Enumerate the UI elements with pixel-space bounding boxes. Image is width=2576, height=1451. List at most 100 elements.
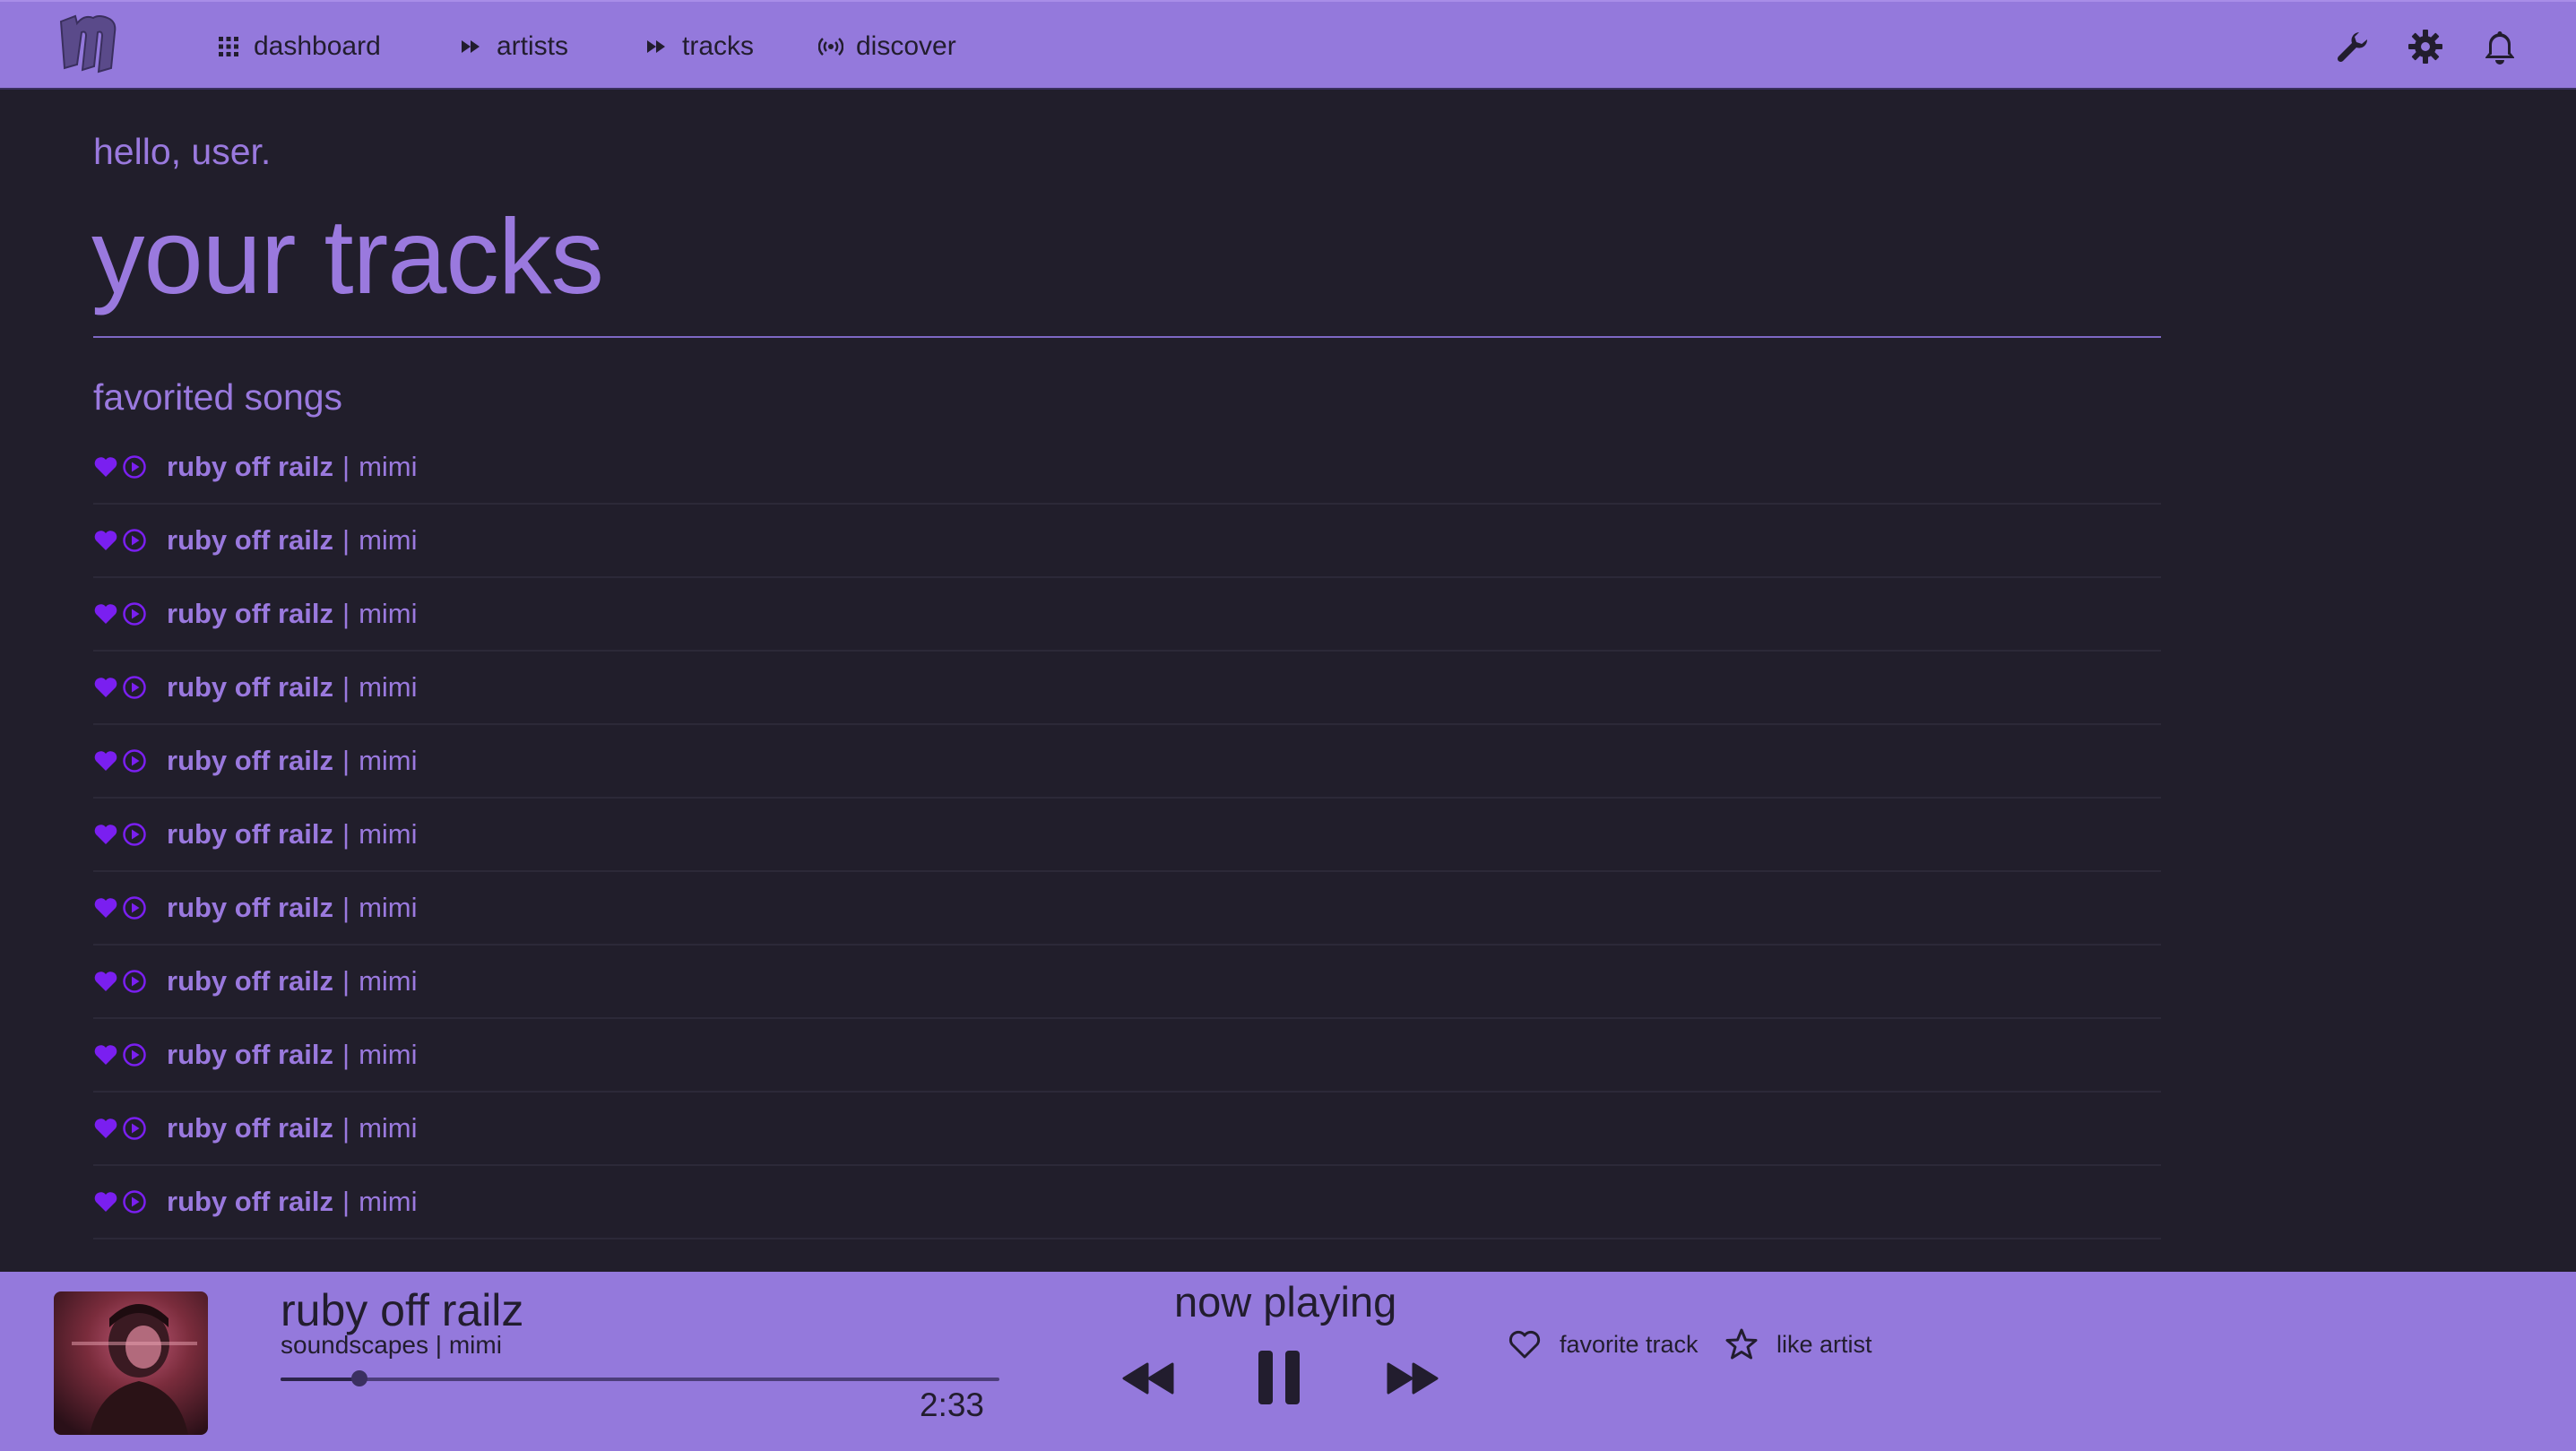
track-row: ruby off railz | mimi <box>93 505 2161 578</box>
track-row: ruby off railz | mimi <box>93 799 2161 872</box>
play-circle-icon[interactable] <box>122 601 147 626</box>
fast-forward-icon <box>644 34 670 59</box>
track-separator: | <box>342 671 350 703</box>
track-artist[interactable]: mimi <box>359 524 417 557</box>
fast-forward-icon <box>459 34 484 59</box>
track-artist[interactable]: mimi <box>359 598 417 630</box>
track-row: ruby off railz | mimi <box>93 1093 2161 1166</box>
track-title[interactable]: ruby off railz <box>167 745 333 777</box>
progress-bar[interactable] <box>281 1370 999 1386</box>
nav-tracks[interactable]: tracks <box>644 27 754 66</box>
track-row: ruby off railz | mimi <box>93 725 2161 799</box>
track-title[interactable]: ruby off railz <box>167 818 333 851</box>
heart-icon[interactable] <box>93 1043 118 1067</box>
track-artist[interactable]: mimi <box>359 745 417 777</box>
track-title[interactable]: ruby off railz <box>167 1186 333 1218</box>
page-title: your tracks <box>91 197 604 316</box>
track-separator: | <box>342 892 350 923</box>
track-title[interactable]: ruby off railz <box>167 598 333 630</box>
play-circle-icon[interactable] <box>122 1116 147 1141</box>
wrench-icon[interactable] <box>2332 27 2372 66</box>
track-separator: | <box>342 1112 350 1144</box>
track-title[interactable]: ruby off railz <box>167 1039 333 1071</box>
now-playing-label: now playing <box>1174 1278 1397 1326</box>
track-artist[interactable]: mimi <box>359 818 417 851</box>
track-artist[interactable]: mimi <box>359 671 417 704</box>
album-cover[interactable] <box>54 1291 208 1435</box>
track-artist[interactable]: mimi <box>359 1039 417 1071</box>
track-artist[interactable]: mimi <box>359 892 417 924</box>
play-circle-icon[interactable] <box>122 969 147 994</box>
track-row: ruby off railz | mimi <box>93 1019 2161 1093</box>
track-separator: | <box>342 524 350 556</box>
track-separator: | <box>342 1039 350 1070</box>
track-title[interactable]: ruby off railz <box>167 1112 333 1144</box>
heart-icon[interactable] <box>93 455 118 479</box>
player-bar: ruby off railz soundscapes | mimi 2:33 n… <box>0 1272 2576 1451</box>
play-circle-icon[interactable] <box>122 454 147 479</box>
nav-discover-label: discover <box>856 31 956 61</box>
nav-tracks-label: tracks <box>682 31 755 61</box>
track-artist[interactable]: mimi <box>359 1186 417 1218</box>
like-artist-label: like artist <box>1776 1330 1872 1358</box>
play-circle-icon[interactable] <box>122 1189 147 1214</box>
top-nav-bar: dashboard artists tracks discover <box>0 0 2576 90</box>
grid-icon <box>216 34 241 59</box>
nav-discover[interactable]: discover <box>818 27 956 66</box>
elapsed-time: 2:33 <box>920 1386 985 1423</box>
heart-icon[interactable] <box>93 749 118 773</box>
track-row: ruby off railz | mimi <box>93 578 2161 652</box>
gear-icon[interactable] <box>2406 27 2445 66</box>
heart-icon[interactable] <box>93 896 118 920</box>
track-row: ruby off railz | mimi <box>93 872 2161 946</box>
nav-dashboard[interactable]: dashboard <box>216 27 381 66</box>
nav-artists[interactable]: artists <box>459 27 568 66</box>
track-separator: | <box>342 965 350 997</box>
track-title[interactable]: ruby off railz <box>167 965 333 998</box>
title-divider <box>93 336 2161 338</box>
fast-forward-icon[interactable] <box>1387 1360 1439 1396</box>
play-circle-icon[interactable] <box>122 895 147 920</box>
favorite-track-label: favorite track <box>1560 1330 1699 1358</box>
heart-icon[interactable] <box>93 676 118 699</box>
track-title[interactable]: ruby off railz <box>167 671 333 704</box>
m-logo-icon[interactable] <box>56 13 125 75</box>
favorite-track-button[interactable]: favorite track <box>1508 1324 1699 1365</box>
pause-icon[interactable] <box>1257 1349 1301 1406</box>
greeting-text: hello, user. <box>93 131 272 172</box>
heart-icon[interactable] <box>93 1117 118 1140</box>
rewind-icon[interactable] <box>1122 1360 1174 1396</box>
progress-thumb[interactable] <box>351 1370 368 1386</box>
track-title[interactable]: ruby off railz <box>167 892 333 924</box>
nav-artists-label: artists <box>497 31 569 61</box>
heart-icon[interactable] <box>93 1190 118 1213</box>
favorited-track-list: ruby off railz | mimi ruby off railz | m… <box>93 431 2161 1239</box>
track-artist[interactable]: mimi <box>359 965 417 998</box>
play-circle-icon[interactable] <box>122 748 147 773</box>
now-playing-title: ruby off railz <box>281 1285 524 1335</box>
now-playing-subtitle: soundscapes | mimi <box>281 1331 502 1359</box>
track-row: ruby off railz | mimi <box>93 946 2161 1019</box>
heart-icon[interactable] <box>93 823 118 846</box>
play-circle-icon[interactable] <box>122 675 147 700</box>
track-separator: | <box>342 818 350 850</box>
track-artist[interactable]: mimi <box>359 451 417 483</box>
track-title[interactable]: ruby off railz <box>167 524 333 557</box>
play-circle-icon[interactable] <box>122 822 147 847</box>
track-separator: | <box>342 745 350 776</box>
star-outline-icon <box>1725 1327 1759 1361</box>
track-row: ruby off railz | mimi <box>93 652 2161 725</box>
play-circle-icon[interactable] <box>122 1042 147 1067</box>
heart-icon[interactable] <box>93 602 118 626</box>
track-separator: | <box>342 598 350 629</box>
heart-icon[interactable] <box>93 970 118 993</box>
track-row: ruby off railz | mimi <box>93 1166 2161 1239</box>
like-artist-button[interactable]: like artist <box>1725 1324 1872 1365</box>
bell-icon[interactable] <box>2480 27 2520 66</box>
heart-outline-icon <box>1508 1327 1542 1361</box>
heart-icon[interactable] <box>93 529 118 552</box>
track-artist[interactable]: mimi <box>359 1112 417 1144</box>
nav-dashboard-label: dashboard <box>254 31 381 61</box>
track-title[interactable]: ruby off railz <box>167 451 333 483</box>
play-circle-icon[interactable] <box>122 528 147 553</box>
